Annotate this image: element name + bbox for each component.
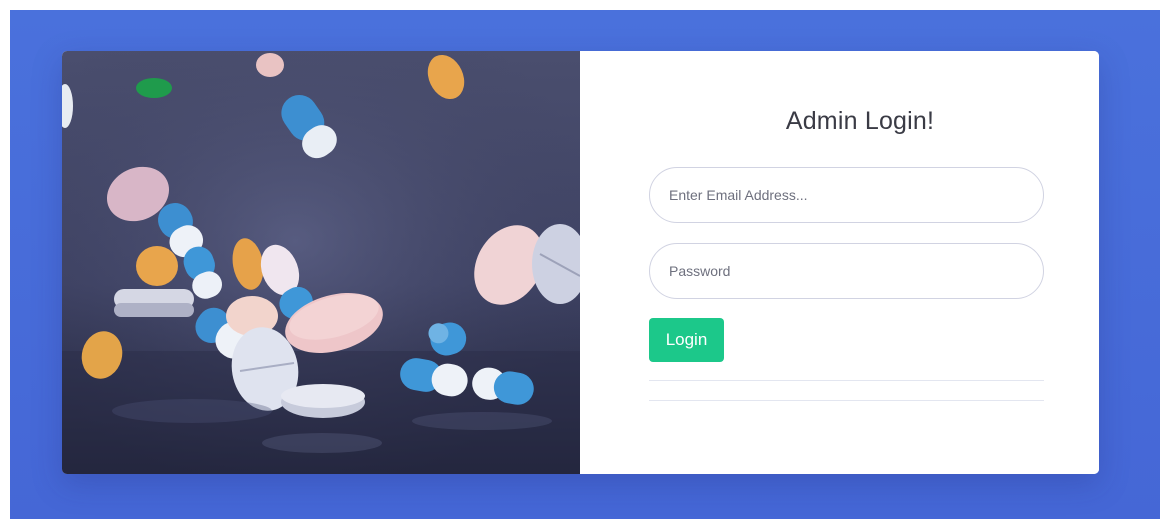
divider [649,400,1044,401]
divider [649,380,1044,381]
login-title: Admin Login! [785,107,935,135]
login-form-panel: Admin Login! Login [580,51,1099,474]
password-input[interactable] [649,243,1044,299]
email-input[interactable] [649,167,1044,223]
login-button[interactable]: Login [649,318,724,362]
login-card: Admin Login! Login [62,51,1099,474]
pills-image [62,51,580,474]
